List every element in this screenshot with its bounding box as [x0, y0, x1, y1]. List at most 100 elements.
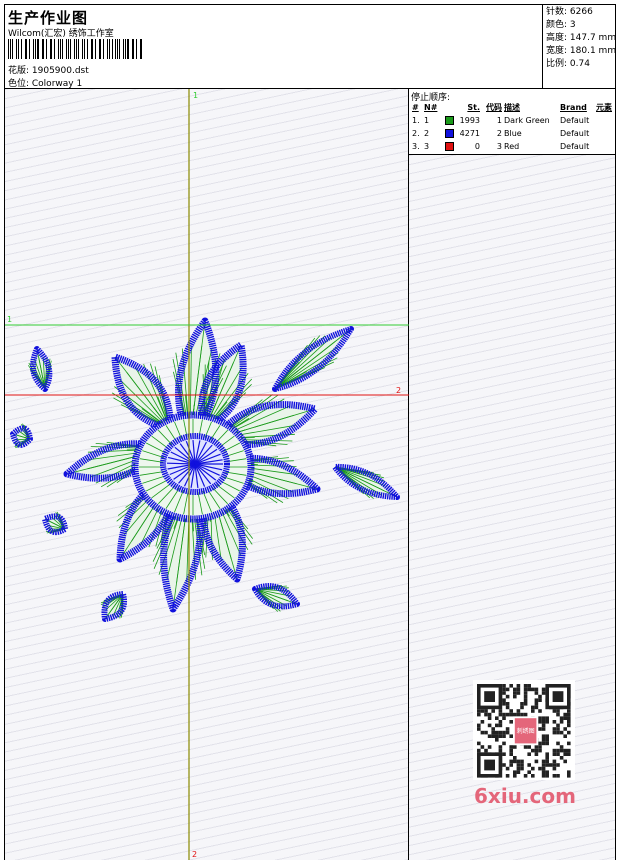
qr-module [531, 766, 535, 771]
qr-logo-text: 刺绣图 [517, 727, 535, 735]
qr-module [527, 770, 531, 774]
qr-module [534, 691, 539, 695]
qr-module [523, 698, 528, 702]
qr-module [538, 727, 542, 731]
qr-module [480, 745, 485, 749]
barcode-bar [83, 39, 86, 59]
qr-module [523, 702, 528, 706]
qr-module [516, 770, 521, 774]
qr-module [541, 738, 546, 742]
qr-module [509, 759, 513, 764]
qr-module [484, 712, 488, 717]
barcode-bar [141, 39, 143, 59]
qr-module [531, 709, 535, 713]
qr-module [552, 720, 557, 724]
qr-module [545, 741, 549, 746]
qr-module [509, 712, 513, 717]
qr-module [477, 741, 481, 746]
qr-module [538, 694, 542, 699]
qr-module [495, 723, 499, 728]
barcode-bar [61, 39, 64, 59]
qr-module [502, 741, 506, 746]
vertical-guide-label-top: 1 [193, 91, 198, 100]
qr-module [516, 712, 521, 717]
qr-module [559, 745, 564, 749]
qr-module [498, 712, 503, 717]
qr-module [563, 752, 567, 756]
qr-module [534, 759, 539, 764]
qr-module [513, 745, 517, 749]
qr-module [491, 730, 495, 735]
qr-module [487, 716, 492, 720]
qr-module [545, 763, 549, 767]
qr-module [502, 687, 506, 692]
qr-module [498, 734, 503, 738]
row-element [595, 140, 613, 153]
qr-module [556, 712, 560, 717]
qr-module [505, 727, 510, 731]
qr-module [480, 720, 485, 724]
qr-module [559, 720, 564, 724]
qr-module [502, 734, 506, 738]
barcode [8, 39, 144, 59]
qr-module [545, 716, 549, 720]
qr-module [505, 712, 510, 717]
qr-module [509, 734, 513, 738]
barcode-bar [92, 39, 94, 59]
qr-module [567, 752, 571, 756]
qr-module [520, 712, 524, 717]
qr-module [523, 691, 528, 695]
qr-module [477, 712, 481, 717]
qr-module [495, 716, 499, 720]
qr-module [505, 694, 510, 699]
barcode-bar [15, 39, 17, 59]
qr-module [567, 709, 571, 713]
barcode-bar [45, 39, 47, 59]
qr-module [531, 705, 535, 710]
row-brand: Default [560, 142, 590, 151]
qr-module [552, 766, 557, 771]
qr-module [552, 752, 557, 756]
qr-module [509, 763, 513, 767]
col-element: 元素 [596, 103, 612, 112]
barcode-bar [108, 39, 110, 59]
table-row: 3. 3 0 3 Red Default [411, 140, 613, 153]
qr-module [505, 774, 510, 778]
qr-module [534, 702, 539, 706]
qr-module [502, 684, 506, 688]
qr-module [556, 748, 560, 753]
qr-module [567, 723, 571, 728]
qr-module [520, 763, 524, 767]
vertical-guide-label-bottom: 2 [192, 850, 197, 859]
qr-module [477, 709, 481, 713]
qr-module [545, 720, 549, 724]
stitch-count: 4271 [459, 129, 480, 138]
qr-module [534, 748, 539, 753]
qr-module [513, 691, 517, 695]
row-brand: Default [560, 116, 590, 125]
row-stitches: 4271 [443, 127, 481, 140]
qr-module [491, 709, 495, 713]
qr-module [527, 745, 531, 749]
col-code: 代码 [486, 103, 502, 112]
qr-module [552, 748, 557, 753]
barcode-bar [81, 39, 83, 59]
qr-module [498, 748, 503, 753]
qr-module [549, 763, 553, 767]
qr-module [509, 684, 513, 688]
qr-module [563, 727, 567, 731]
row-index: 3. [412, 142, 420, 151]
barcode-bar [133, 39, 135, 59]
qr-module [498, 723, 503, 728]
qr-module [538, 745, 542, 749]
qr-module [541, 770, 546, 774]
row-stitches: 0 [443, 140, 481, 153]
qr-finder [484, 759, 495, 771]
qr-module [545, 752, 549, 756]
qr-module [538, 720, 542, 724]
qr-module [484, 748, 488, 753]
qr-module [531, 687, 535, 692]
qr-module [567, 774, 571, 778]
table-row: 1. 1 1993 1 Dark Green Default [411, 114, 613, 127]
page-title: 生产作业图 [8, 9, 89, 27]
